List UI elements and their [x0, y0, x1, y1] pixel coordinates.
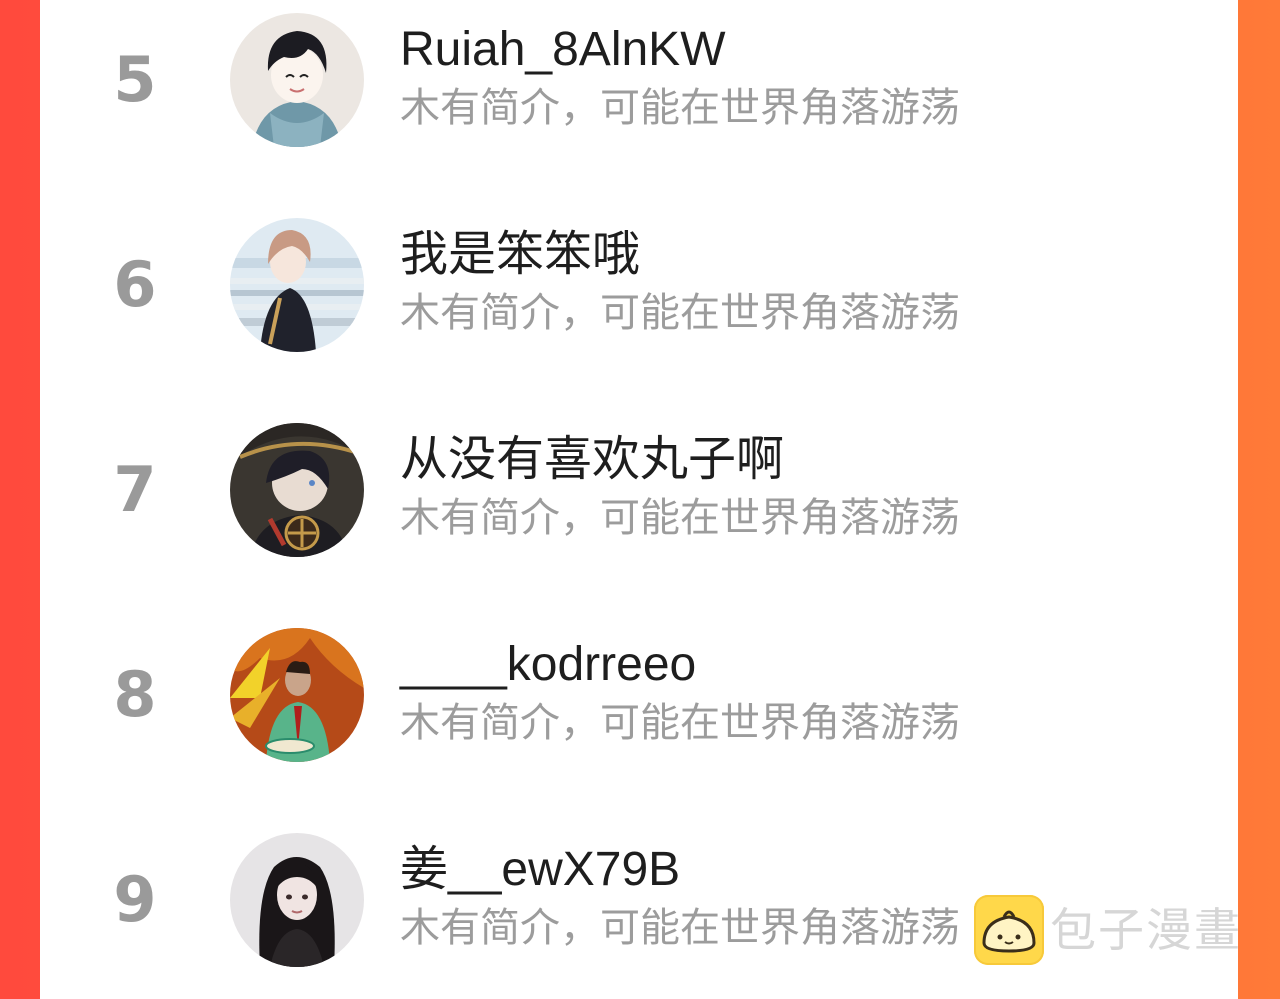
rank-number: 8: [113, 658, 157, 731]
ranking-list-panel: 5 Ruiah_8AlnKW 木有简介，可能在世界角落游荡 6 我是笨笨哦 木有…: [40, 0, 1238, 999]
list-item[interactable]: 8 ____kodrreeo 木有简介，可能在世界角落游荡: [40, 625, 1238, 775]
username[interactable]: Ruiah_8AlnKW: [400, 22, 726, 78]
watermark-text: 包子漫畫: [1050, 903, 1242, 957]
bun-logo-icon: [974, 895, 1044, 965]
rank-number: 7: [113, 453, 157, 526]
list-item[interactable]: 6 我是笨笨哦 木有简介，可能在世界角落游荡: [40, 215, 1238, 365]
rank-number: 5: [113, 43, 157, 116]
rank-number: 9: [113, 863, 157, 936]
rank-number: 6: [113, 248, 157, 321]
fire-monk-avatar-icon[interactable]: [230, 628, 364, 762]
username[interactable]: 姜__ewX79B: [400, 842, 680, 898]
username[interactable]: 我是笨笨哦: [400, 227, 640, 283]
boy-hoodie-avatar-icon[interactable]: [230, 13, 364, 147]
list-item[interactable]: 7 从没有喜欢丸子啊 木有简介，可能在世界角落游荡: [40, 420, 1238, 570]
watermark: 包子漫畫: [974, 895, 1254, 967]
anime-hat-character-avatar-icon[interactable]: [230, 423, 364, 557]
dark-hair-girl-avatar-icon[interactable]: [230, 833, 364, 967]
list-item[interactable]: 5 Ruiah_8AlnKW 木有简介，可能在世界角落游荡: [40, 10, 1238, 160]
user-bio: 木有简介，可能在世界角落游荡: [400, 290, 960, 336]
girl-schoolyard-avatar-icon[interactable]: [230, 218, 364, 352]
username[interactable]: ____kodrreeo: [400, 637, 696, 693]
user-bio: 木有简介，可能在世界角落游荡: [400, 905, 960, 951]
user-bio: 木有简介，可能在世界角落游荡: [400, 495, 960, 541]
username[interactable]: 从没有喜欢丸子啊: [400, 432, 784, 488]
user-bio: 木有简介，可能在世界角落游荡: [400, 700, 960, 746]
user-bio: 木有简介，可能在世界角落游荡: [400, 85, 960, 131]
